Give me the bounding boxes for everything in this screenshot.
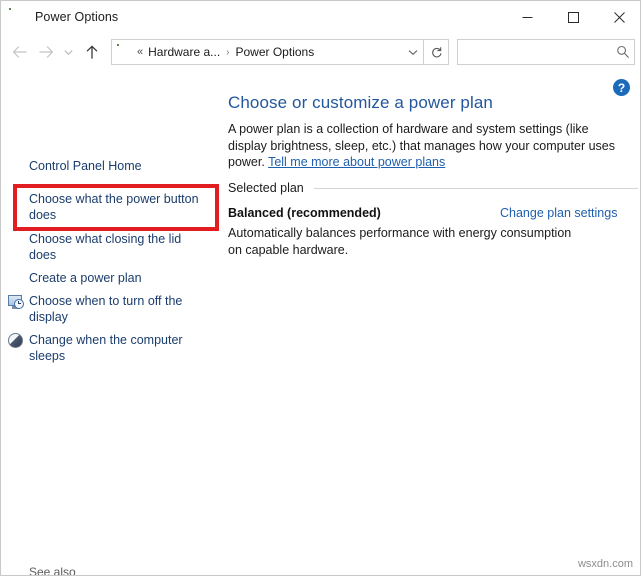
change-plan-settings-link[interactable]: Change plan settings [500,206,617,220]
back-button[interactable] [7,39,33,65]
maximize-button[interactable] [550,1,596,33]
sidebar: Control Panel Home Choose what the power… [1,71,223,576]
see-also-heading: See also [29,565,76,576]
up-button[interactable] [79,39,105,65]
refresh-button[interactable] [424,39,449,65]
title-bar: Power Options [1,1,641,33]
page-title: Choose or customize a power plan [228,93,493,113]
close-icon [614,12,625,23]
breadcrumb-parent[interactable]: Hardware a... [148,45,220,59]
page-description: A power plan is a collection of hardware… [228,121,623,171]
plan-description: Automatically balances performance with … [228,225,583,258]
power-plug-icon [9,8,27,26]
tell-me-more-link[interactable]: Tell me more about power plans [268,155,445,169]
breadcrumb-current[interactable]: Power Options [236,45,315,59]
back-arrow-icon [12,45,28,59]
sidebar-item-closing-lid[interactable]: Choose what closing the lid does [29,231,207,263]
navigation-bar: « Hardware a... › Power Options [1,33,641,71]
power-options-window: Power Options [0,0,641,576]
breadcrumb-overflow[interactable]: « [137,46,143,58]
group-divider [314,188,638,189]
chevron-down-icon [64,49,73,56]
forward-arrow-icon [38,45,54,59]
content-area: Control Panel Home Choose what the power… [1,71,641,576]
address-dropdown-button[interactable] [403,41,423,63]
up-arrow-icon [85,45,99,60]
search-box[interactable] [457,39,635,65]
sidebar-item-computer-sleeps[interactable]: Change when the computer sleeps [29,332,209,364]
watermark: wsxdn.com [578,558,633,570]
monitor-clock-icon [8,294,24,310]
breadcrumb-power-plug-icon [117,44,133,60]
sidebar-item-create-power-plan[interactable]: Create a power plan [29,270,207,286]
address-bar[interactable]: « Hardware a... › Power Options [111,39,424,65]
minimize-icon [522,12,533,23]
sidebar-item-control-panel-home[interactable]: Control Panel Home [29,158,209,174]
window-controls [504,1,641,33]
main-pane: ? Choose or customize a power plan A pow… [223,71,641,576]
forward-button[interactable] [33,39,59,65]
refresh-icon [430,46,443,59]
breadcrumb-separator: › [226,47,229,58]
search-icon[interactable] [612,45,634,59]
selected-plan-label: Selected plan [228,181,304,195]
window-title: Power Options [35,11,118,24]
recent-locations-button[interactable] [59,39,77,65]
moon-icon [8,333,24,349]
maximize-icon [568,12,579,23]
help-button[interactable]: ? [613,79,630,96]
chevron-down-icon [408,49,418,56]
selected-plan-group-header: Selected plan [228,181,638,195]
close-button[interactable] [596,1,641,33]
minimize-button[interactable] [504,1,550,33]
plan-name: Balanced (recommended) [228,206,381,220]
sidebar-item-turn-off-display[interactable]: Choose when to turn off the display [29,293,209,325]
sidebar-item-power-button[interactable]: Choose what the power button does [29,191,207,223]
search-input[interactable] [458,45,612,59]
